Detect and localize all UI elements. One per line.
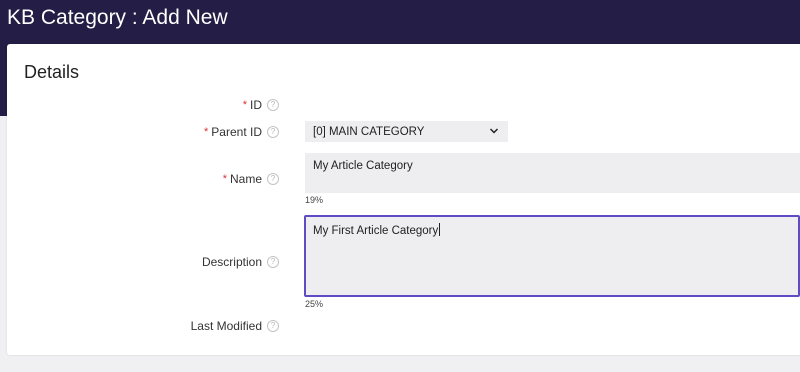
- name-label: Name: [229, 172, 262, 186]
- name-input[interactable]: My Article Category: [305, 153, 800, 193]
- required-marker: *: [222, 173, 227, 185]
- help-icon[interactable]: ?: [267, 320, 279, 332]
- name-label-row: * Name ?: [223, 172, 279, 186]
- description-label: Description: [201, 255, 262, 269]
- id-label: ID: [250, 98, 262, 112]
- text-caret: [439, 223, 441, 236]
- description-label-row: Description ?: [202, 255, 279, 269]
- description-textarea[interactable]: My First Article Category: [304, 215, 800, 297]
- required-marker: *: [242, 99, 247, 111]
- last-modified-label-row: Last Modified ?: [191, 319, 279, 333]
- section-title: Details: [24, 62, 80, 82]
- help-icon[interactable]: ?: [267, 173, 279, 185]
- chevron-down-icon: [489, 128, 499, 134]
- description-char-percent: 25%: [305, 299, 324, 309]
- last-modified-label: Last Modified: [190, 319, 262, 333]
- parent-id-value: [0] MAIN CATEGORY: [313, 125, 425, 138]
- page-title: KB Category : Add New: [7, 6, 228, 29]
- details-card: Details * ID ? * Parent ID ? [0] MAIN CA…: [7, 44, 800, 355]
- description-text: My First Article Category: [313, 225, 439, 237]
- help-icon[interactable]: ?: [267, 126, 279, 138]
- help-icon[interactable]: ?: [267, 256, 279, 268]
- help-icon[interactable]: ?: [267, 99, 279, 111]
- parent-id-select[interactable]: [0] MAIN CATEGORY: [305, 121, 508, 142]
- required-marker: *: [204, 126, 209, 138]
- name-char-percent: 19%: [305, 195, 324, 205]
- id-label-row: * ID ?: [243, 98, 279, 112]
- parent-id-label: Parent ID: [211, 125, 262, 139]
- parent-id-label-row: * Parent ID ?: [204, 125, 279, 139]
